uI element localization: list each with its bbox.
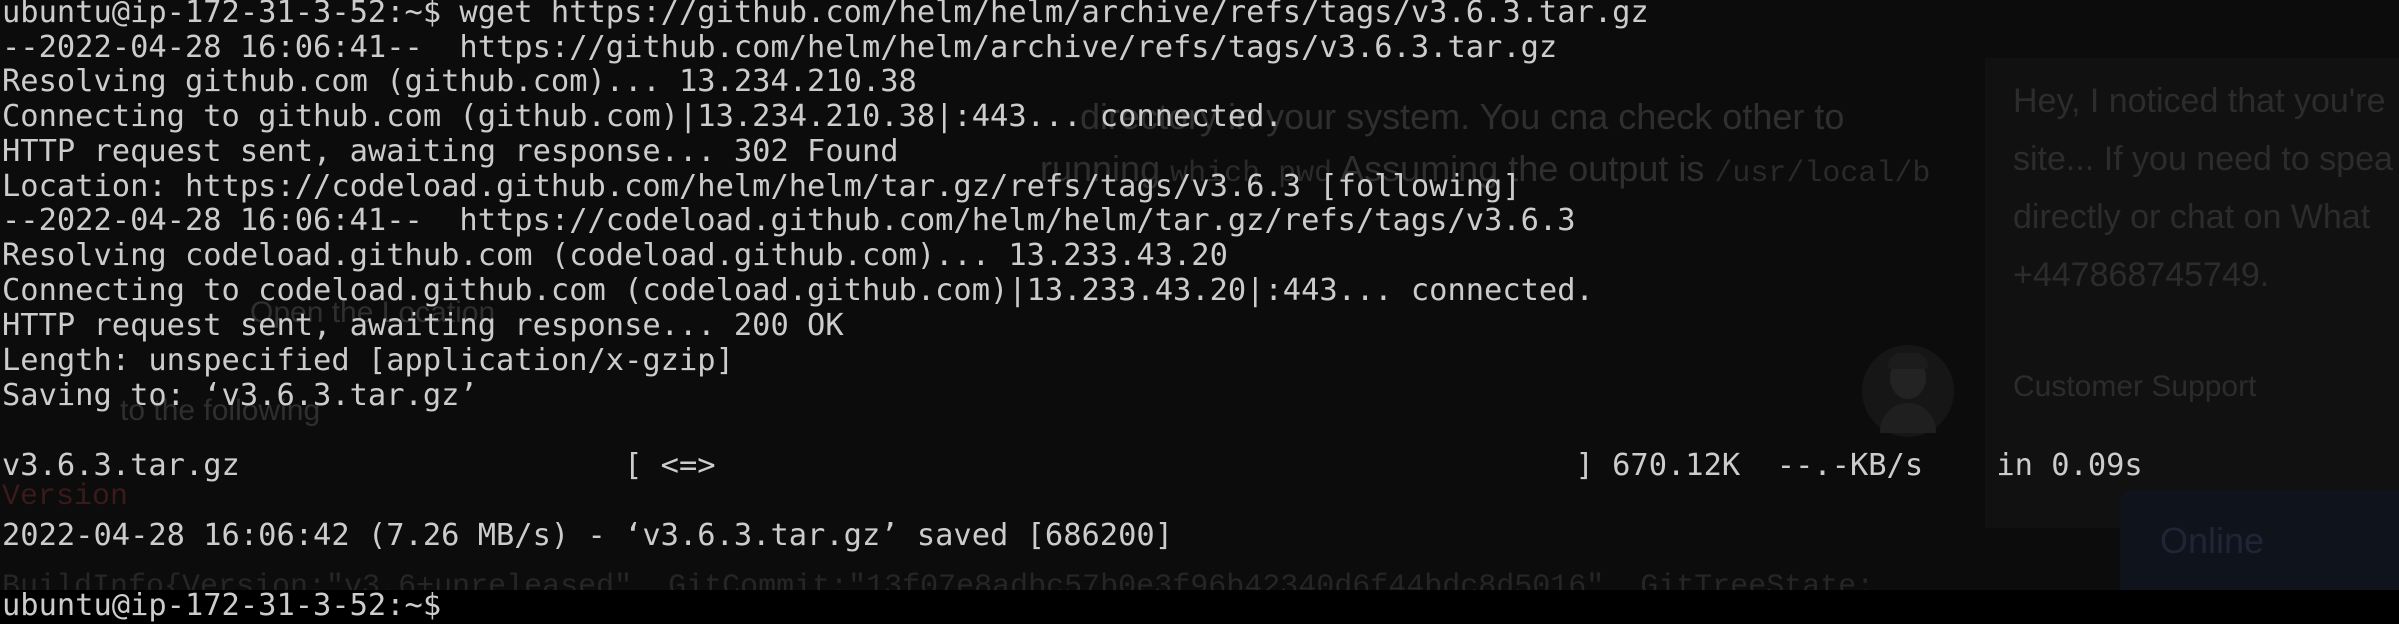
terminal-line: Resolving codeload.github.com (codeload.…	[2, 238, 1228, 273]
terminal-line: Connecting to codeload.github.com (codel…	[2, 273, 1594, 308]
download-saved-line: 2022-04-28 16:06:42 (7.26 MB/s) - ‘v3.6.…	[2, 518, 1173, 553]
terminal-line: HTTP request sent, awaiting response... …	[2, 134, 899, 169]
terminal-line: --2022-04-28 16:06:41-- https://codeload…	[2, 203, 1576, 238]
terminal-line: --2022-04-28 16:06:41-- https://github.c…	[2, 30, 1558, 65]
terminal-prompt-line[interactable]: ubuntu@ip-172-31-3-52:~$	[2, 588, 441, 623]
download-progress-line: v3.6.3.tar.gz [ <=> ] 670.12K --.-KB/s i…	[2, 448, 2143, 483]
terminal-line: HTTP request sent, awaiting response... …	[2, 308, 844, 343]
terminal-line: Length: unspecified [application/x-gzip]	[2, 343, 734, 378]
terminal-line: Location: https://codeload.github.com/he…	[2, 169, 1521, 204]
terminal-line: Saving to: ‘v3.6.3.tar.gz’	[2, 378, 478, 413]
terminal-line: ubuntu@ip-172-31-3-52:~$ wget https://gi…	[2, 0, 1649, 30]
terminal-line: Connecting to github.com (github.com)|13…	[2, 99, 1283, 134]
terminal-window[interactable]: ubuntu@ip-172-31-3-52:~$ wget https://gi…	[0, 0, 2399, 624]
terminal-line: Resolving github.com (github.com)... 13.…	[2, 64, 917, 99]
